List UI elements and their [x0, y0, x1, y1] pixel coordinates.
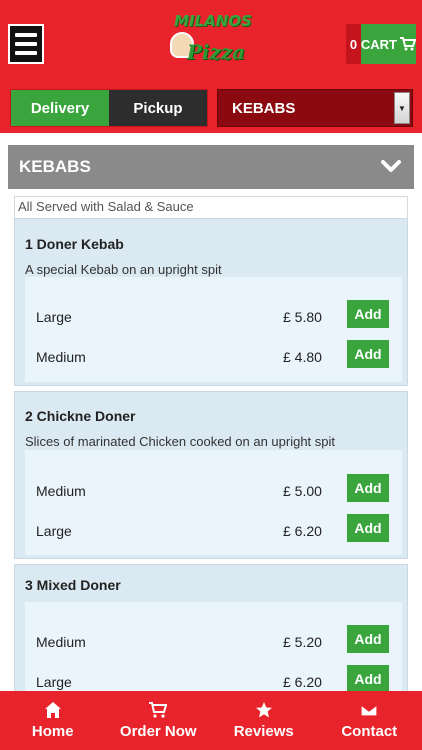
- menu-item-card: 2 Chickne Doner Slices of marinated Chic…: [14, 391, 408, 559]
- menu-item-card: 1 Doner Kebab A special Kebab on an upri…: [14, 218, 408, 386]
- size-label: Large: [36, 674, 72, 690]
- item-title: 2 Chickne Doner: [25, 408, 136, 424]
- price-value: £ 6.20: [283, 674, 322, 690]
- cart-icon: [149, 702, 168, 718]
- order-toolbar: Delivery Pickup KEBABS ▼: [0, 83, 422, 133]
- menu-content: KEBABS All Served with Salad & Sauce 1 D…: [0, 133, 422, 691]
- price-options: Medium £ 5.00 Add Large £ 6.20 Add: [25, 450, 402, 555]
- logo[interactable]: MILANOS Pizza: [168, 10, 258, 72]
- nav-order-now[interactable]: Order Now: [106, 691, 212, 750]
- item-title: 3 Mixed Doner: [25, 577, 121, 593]
- cart-button[interactable]: 0 CART: [346, 24, 416, 64]
- price-value: £ 4.80: [283, 349, 322, 365]
- bottom-nav: Home Order Now Reviews Contact: [0, 691, 422, 750]
- add-button[interactable]: Add: [347, 340, 389, 368]
- price-value: £ 6.20: [283, 523, 322, 539]
- category-header[interactable]: KEBABS: [8, 145, 414, 189]
- logo-text-top: MILANOS: [174, 12, 252, 30]
- size-label: Large: [36, 523, 72, 539]
- nav-label: Contact: [341, 723, 398, 740]
- delivery-tab[interactable]: Delivery: [11, 90, 109, 126]
- dropdown-arrow-icon[interactable]: ▼: [394, 92, 410, 124]
- price-row: Medium £ 5.00 Add: [25, 472, 402, 512]
- size-label: Large: [36, 309, 72, 325]
- price-row: Medium £ 4.80 Add: [25, 338, 402, 378]
- order-type-toggle: Delivery Pickup: [10, 89, 208, 127]
- item-description: Slices of marinated Chicken cooked on an…: [25, 434, 336, 449]
- envelope-icon: [360, 704, 378, 717]
- nav-home[interactable]: Home: [0, 691, 106, 750]
- price-value: £ 5.80: [283, 309, 322, 325]
- price-row: Medium £ 5.20 Add: [25, 623, 402, 663]
- size-label: Medium: [36, 483, 86, 499]
- add-button[interactable]: Add: [347, 474, 389, 502]
- menu-icon[interactable]: [8, 24, 44, 64]
- price-row: Large £ 6.20 Add: [25, 512, 402, 552]
- shopping-cart-icon: [400, 37, 416, 51]
- add-button[interactable]: Add: [347, 514, 389, 542]
- category-note: All Served with Salad & Sauce: [14, 196, 408, 218]
- app-header: MILANOS Pizza 0 CART: [0, 0, 422, 83]
- price-options: Medium £ 5.20 Add Large £ 6.20 Add: [25, 602, 402, 691]
- nav-label: Order Now: [119, 723, 197, 740]
- add-button[interactable]: Add: [347, 665, 389, 691]
- price-row: Large £ 5.80 Add: [25, 298, 402, 338]
- price-value: £ 5.20: [283, 634, 322, 650]
- category-select-value: KEBABS: [232, 99, 296, 117]
- price-value: £ 5.00: [283, 483, 322, 499]
- price-options: Large £ 5.80 Add Medium £ 4.80 Add: [25, 277, 402, 382]
- menu-item-card: 3 Mixed Doner Medium £ 5.20 Add Large £ …: [14, 564, 408, 691]
- add-button[interactable]: Add: [347, 300, 389, 328]
- cart-label: CART: [360, 36, 397, 52]
- category-title: KEBABS: [19, 157, 91, 176]
- chevron-down-icon[interactable]: [380, 155, 402, 177]
- logo-text-bottom: Pizza: [186, 40, 246, 64]
- home-icon: [44, 702, 61, 718]
- pickup-tab[interactable]: Pickup: [109, 90, 207, 126]
- nav-reviews[interactable]: Reviews: [211, 691, 317, 750]
- add-button[interactable]: Add: [347, 625, 389, 653]
- price-row: Large £ 6.20 Add: [25, 663, 402, 691]
- size-label: Medium: [36, 634, 86, 650]
- nav-contact[interactable]: Contact: [317, 691, 422, 750]
- category-select[interactable]: KEBABS ▼: [217, 89, 413, 127]
- nav-label: Reviews: [233, 723, 294, 740]
- item-description: A special Kebab on an upright spit: [25, 262, 222, 277]
- item-title: 1 Doner Kebab: [25, 236, 124, 252]
- cart-count-badge: 0: [346, 24, 361, 64]
- size-label: Medium: [36, 349, 86, 365]
- star-icon: [255, 702, 272, 718]
- nav-label: Home: [31, 723, 74, 740]
- cart-label-box[interactable]: CART: [360, 24, 416, 64]
